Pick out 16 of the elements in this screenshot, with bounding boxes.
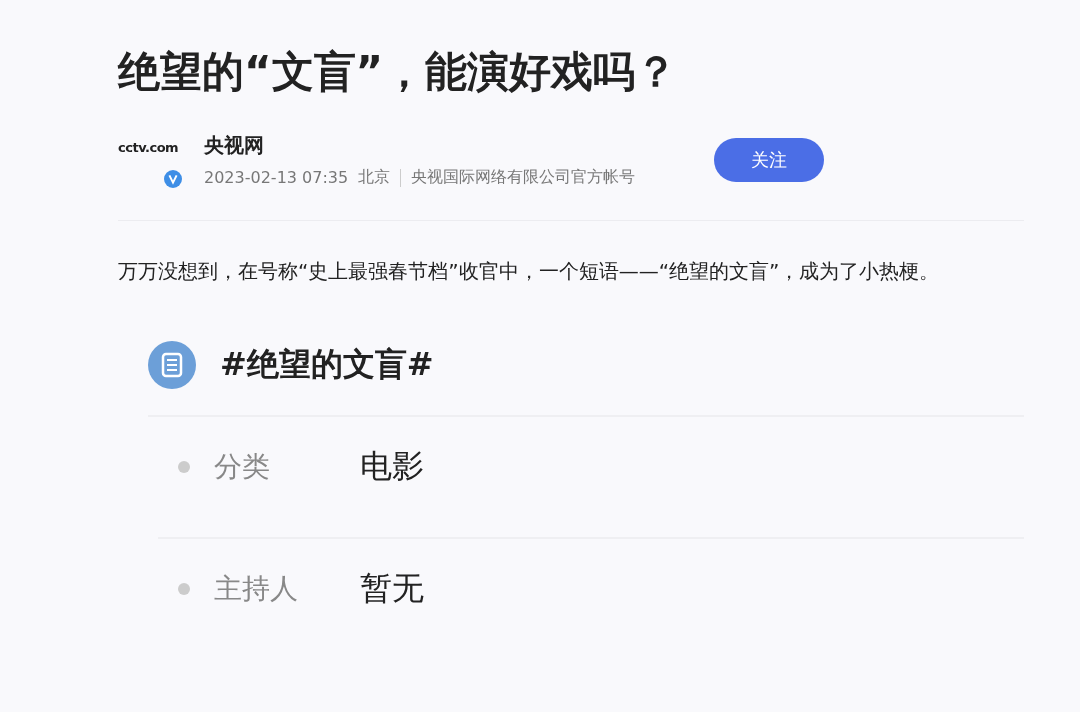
publish-time: 2023-02-13 07:35 xyxy=(204,168,349,187)
logo: cctv.com xyxy=(118,140,179,155)
article-paragraph: 万万没想到，在号称“史上最强春节档”收官中，一个短语——“绝望的文盲”，成为了小热梗。 xyxy=(118,258,941,285)
author-description: 央视国际网络有限公司官方帐号 xyxy=(411,167,636,188)
author-name[interactable]: 央视网 xyxy=(204,132,714,159)
follow-button[interactable]: 关注 xyxy=(714,138,824,182)
field-value: 电影 xyxy=(360,446,424,487)
topic-title[interactable]: #绝望的文盲# xyxy=(220,343,434,387)
field-label: 主持人 xyxy=(214,571,299,607)
field-label: 分类 xyxy=(214,449,271,485)
list-icon xyxy=(148,341,196,389)
bullet-icon xyxy=(178,583,190,595)
article-title: 绝望的“文盲”，能演好戏吗？ xyxy=(118,46,679,98)
location: 北京 xyxy=(358,167,391,188)
bullet-icon xyxy=(178,461,190,473)
field-value: 暂无 xyxy=(360,568,424,609)
